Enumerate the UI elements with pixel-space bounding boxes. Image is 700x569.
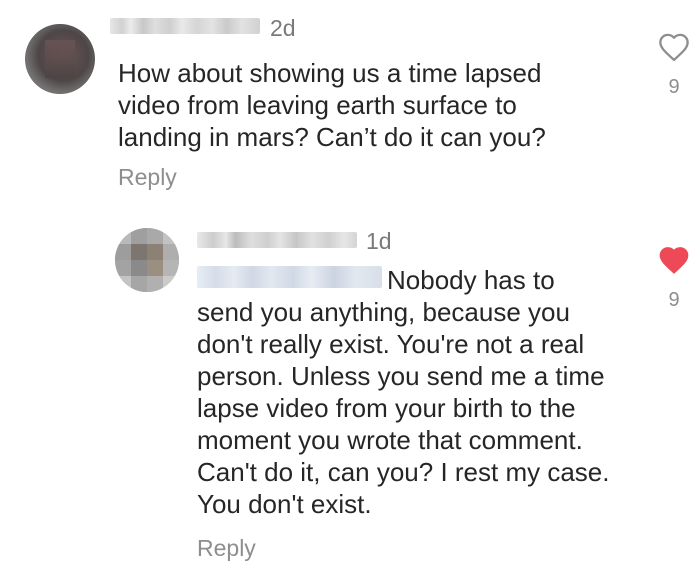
avatar-blur <box>115 228 179 292</box>
comment-text: Nobody has to send you anything, because… <box>197 264 627 520</box>
comment-timestamp: 1d <box>366 228 392 254</box>
like-button[interactable]: 9 <box>657 245 691 312</box>
avatar[interactable] <box>115 228 179 292</box>
heart-filled-icon <box>659 247 689 274</box>
avatar[interactable] <box>25 24 95 94</box>
like-count: 9 <box>668 289 680 311</box>
like-count: 9 <box>668 76 680 98</box>
username-redacted[interactable] <box>110 18 260 34</box>
comment-text-body: Nobody has to send you anything, because… <box>197 265 610 519</box>
comment-text: How about showing us a time lapsed video… <box>118 58 546 152</box>
reply-button[interactable]: Reply <box>118 164 177 191</box>
username-redacted[interactable] <box>197 232 357 248</box>
heart-outline-icon <box>659 33 689 62</box>
reply-button[interactable]: Reply <box>197 535 256 562</box>
like-button[interactable]: 9 <box>657 32 691 99</box>
comment-timestamp: 2d <box>270 15 296 41</box>
avatar-blur <box>45 40 75 78</box>
